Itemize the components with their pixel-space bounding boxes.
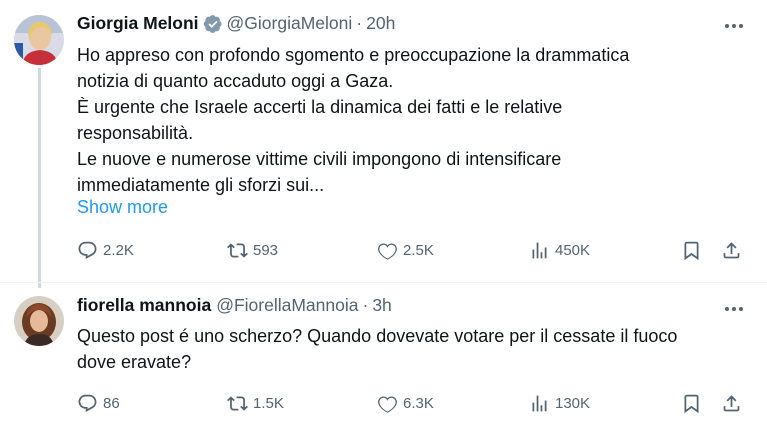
reply-icon [77,393,98,414]
like-button[interactable]: 6.3K [377,391,434,415]
repost-button[interactable]: 1.5K [227,391,284,415]
show-more-link[interactable]: Show more [77,197,168,218]
tweet-mannoia[interactable]: fiorella mannoia @FiorellaMannoia · 3h Q… [0,282,767,433]
views-icon [529,393,550,414]
views-count: 450K [555,241,591,259]
share-icon [721,240,742,261]
avatar-meloni[interactable] [14,15,64,65]
action-bar: 86 1.5K 6.3K 130K [77,391,749,415]
like-icon [377,240,398,261]
tweet-text-line: Questo post é uno scherzo? Quando doveva… [77,326,678,346]
repost-icon [227,393,248,414]
share-icon [721,393,742,414]
tweet-text-line: È urgente che Israele accerti la dinamic… [77,97,563,117]
timestamp[interactable]: 20h [366,13,395,34]
share-button[interactable] [721,391,742,415]
views-count: 130K [555,394,591,412]
avatar-mannoia[interactable] [14,296,64,346]
action-bar: 2.2K 593 2.5K 450K [77,238,749,262]
tweet-text: Ho appreso con profondo sgomento e preoc… [77,42,737,198]
tweet-text-line: responsabilità. [77,123,194,143]
author-name[interactable]: fiorella mannoia [77,295,211,316]
more-icon[interactable] [725,307,743,311]
tweet-text-line: immediatamente gli sforzi sui... [77,175,325,195]
bookmark-button[interactable] [681,238,702,262]
views-button[interactable]: 130K [529,391,590,415]
like-count: 2.5K [403,241,434,259]
repost-count: 1.5K [253,394,284,412]
author-name[interactable]: Giorgia Meloni [77,13,199,34]
bookmark-icon [681,240,702,261]
repost-count: 593 [253,241,279,259]
tweet-text: Questo post é uno scherzo? Quando doveva… [77,323,737,375]
verified-badge-icon [203,14,223,34]
separator-dot: · [356,13,363,33]
separator-dot: · [362,295,369,315]
share-button[interactable] [721,238,742,262]
like-icon [377,393,398,414]
views-icon [529,240,550,261]
tweet-text-line: dove eravate? [77,352,192,372]
thread-line [38,68,41,288]
bookmark-button[interactable] [681,391,702,415]
repost-icon [227,240,248,261]
reply-count: 86 [103,394,120,412]
more-icon[interactable] [725,24,743,28]
reply-button[interactable]: 86 [77,391,120,415]
reply-count: 2.2K [103,241,134,259]
like-count: 6.3K [403,394,434,412]
timestamp[interactable]: 3h [372,295,391,316]
tweet-text-line: Ho appreso con profondo sgomento e preoc… [77,45,630,65]
bookmark-icon [681,393,702,414]
reply-icon [77,240,98,261]
tweet-text-line: notizia di quanto accaduto oggi a Gaza. [77,71,394,91]
author-handle[interactable]: @GiorgiaMeloni [227,13,353,34]
tweet-header: fiorella mannoia @FiorellaMannoia · 3h [77,295,392,316]
tweet-text-line: Le nuove e numerose vittime civili impon… [77,149,562,169]
like-button[interactable]: 2.5K [377,238,434,262]
tweet-meloni[interactable]: Giorgia Meloni @GiorgiaMeloni · 20h Ho a… [0,0,767,288]
reply-button[interactable]: 2.2K [77,238,134,262]
views-button[interactable]: 450K [529,238,590,262]
tweet-header: Giorgia Meloni @GiorgiaMeloni · 20h [77,13,395,34]
author-handle[interactable]: @FiorellaMannoia [216,295,358,316]
repost-button[interactable]: 593 [227,238,278,262]
